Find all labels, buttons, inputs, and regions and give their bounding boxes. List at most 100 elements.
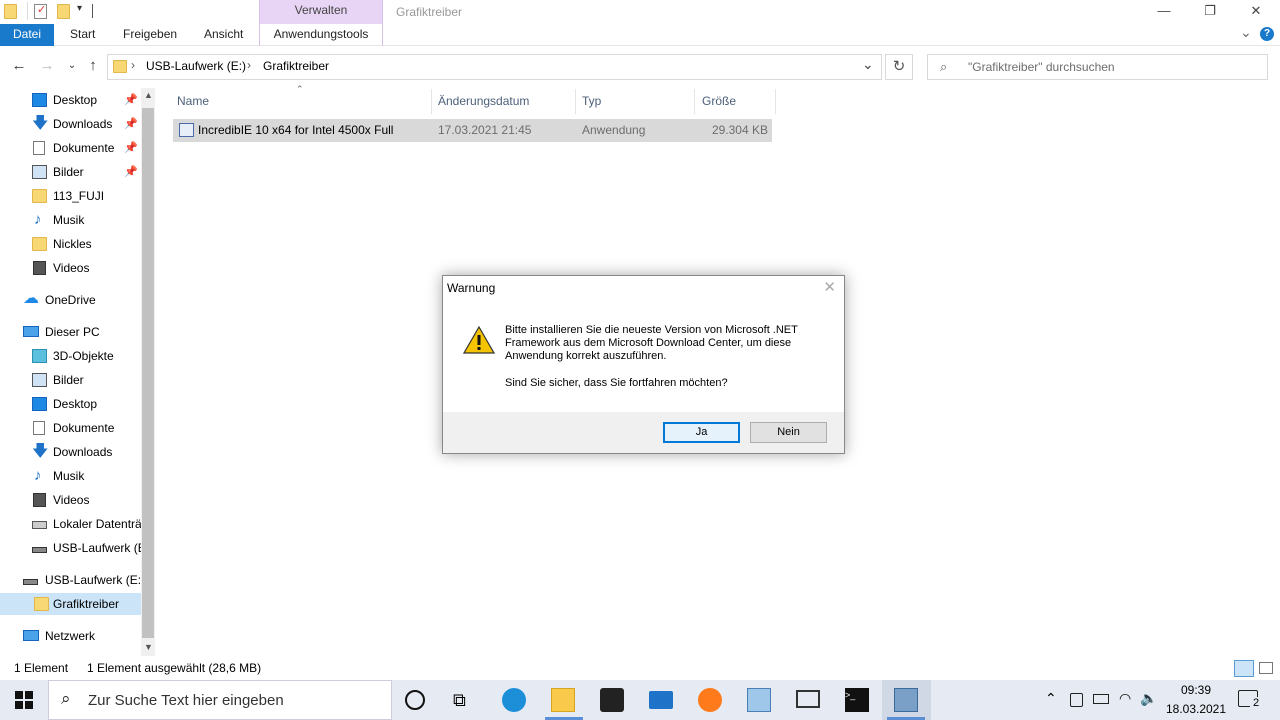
- mail-icon[interactable]: [649, 691, 673, 709]
- file-row[interactable]: IncredibIE 10 x64 for Intel 4500x Full 1…: [173, 119, 772, 142]
- details-view-icon[interactable]: [1234, 660, 1254, 677]
- search-icon: ⌕: [61, 689, 71, 708]
- minimize-button[interactable]: —: [1141, 0, 1187, 24]
- close-button[interactable]: ✕: [1233, 0, 1279, 24]
- refresh-button[interactable]: ↻: [885, 54, 913, 80]
- yes-button[interactable]: Ja: [663, 422, 740, 443]
- wifi-icon[interactable]: ◠: [1119, 690, 1131, 707]
- nav-item-downloads[interactable]: 🡇 Downloads 📌: [32, 113, 142, 135]
- back-arrow-icon[interactable]: ←: [9, 55, 29, 77]
- taskbar-search-input[interactable]: Zur Suche Text hier eingeben: [88, 692, 284, 709]
- nav-item-dieser-pc[interactable]: Dieser PC: [23, 321, 141, 343]
- scroll-up-icon[interactable]: ▲: [144, 90, 153, 100]
- tab-datei[interactable]: Datei: [0, 24, 54, 46]
- app-icon[interactable]: [747, 688, 771, 712]
- tab-freigeben[interactable]: Freigeben: [121, 24, 179, 46]
- task-view-icon[interactable]: ⧉: [453, 688, 477, 712]
- taskbar-search-box[interactable]: ⌕ Zur Suche Text hier eingeben: [48, 680, 392, 720]
- nav-item-dokumente-pc[interactable]: Dokumente: [32, 417, 142, 439]
- column-header-name[interactable]: Name: [171, 89, 432, 114]
- breadcrumb-usb[interactable]: USB-Laufwerk (E:): [146, 59, 246, 73]
- usb-drive-icon: [23, 579, 38, 585]
- nav-item-grafiktreiber[interactable]: Grafiktreiber: [0, 593, 141, 615]
- pictures-icon: [32, 373, 47, 387]
- store-icon[interactable]: [600, 688, 624, 712]
- search-input[interactable]: "Grafiktreiber" durchsuchen: [968, 60, 1115, 74]
- nav-item-usb-pc[interactable]: USB-Laufwerk (E: [32, 537, 142, 559]
- remote-desktop-icon[interactable]: [796, 690, 820, 708]
- firefox-icon[interactable]: [698, 688, 722, 712]
- tab-ansicht[interactable]: Ansicht: [202, 24, 245, 46]
- chevron-down-icon[interactable]: ⌄: [862, 56, 874, 73]
- address-bar[interactable]: › USB-Laufwerk (E:) › Grafiktreiber ⌄: [107, 54, 882, 80]
- device-icon[interactable]: [1070, 693, 1083, 707]
- recent-locations-chevron-icon[interactable]: ⌄: [62, 55, 82, 77]
- cortana-icon[interactable]: [405, 690, 425, 710]
- pin-icon: 📌: [124, 94, 138, 106]
- terminal-icon[interactable]: >_: [845, 688, 869, 712]
- edge-icon[interactable]: [502, 688, 526, 712]
- desktop-icon: [32, 93, 47, 107]
- nav-item-musik-pc[interactable]: ♪ Musik: [32, 465, 142, 487]
- nav-item-desktop-pc[interactable]: Desktop: [32, 393, 142, 415]
- chevron-down-icon[interactable]: ▾: [77, 3, 82, 14]
- properties-icon[interactable]: ✓: [34, 4, 47, 19]
- application-icon: [179, 123, 194, 137]
- clock-time[interactable]: 09:39: [1166, 683, 1226, 697]
- folder-icon: [113, 60, 127, 73]
- dialog-close-icon[interactable]: ✕: [823, 278, 836, 296]
- nav-item-downloads-pc[interactable]: 🡇 Downloads: [32, 441, 142, 463]
- nav-item-3d-objekte[interactable]: 3D-Objekte: [32, 345, 142, 367]
- nav-item-nickles[interactable]: Nickles: [32, 233, 142, 255]
- battery-icon[interactable]: [1093, 694, 1109, 704]
- volume-icon[interactable]: 🔈: [1140, 690, 1157, 707]
- usb-drive-icon: [32, 547, 47, 553]
- large-icons-view-icon[interactable]: [1259, 662, 1273, 674]
- selection-info: 1 Element ausgewählt (28,6 MB): [87, 661, 262, 675]
- column-header-type[interactable]: Typ: [576, 89, 695, 114]
- pin-icon: 📌: [124, 118, 138, 130]
- windows-start-icon[interactable]: [15, 691, 33, 709]
- tab-start[interactable]: Start: [68, 24, 97, 46]
- documents-icon: [33, 141, 45, 155]
- file-type: Anwendung: [582, 123, 646, 137]
- expand-ribbon-icon[interactable]: ⌄: [1240, 24, 1252, 41]
- nav-item-113-fuji[interactable]: 113_FUJI: [32, 185, 142, 207]
- forward-arrow-icon[interactable]: →: [37, 55, 57, 77]
- column-header-date[interactable]: Änderungsdatum: [432, 89, 576, 114]
- file-size: 29.304 KB: [711, 123, 768, 137]
- no-button[interactable]: Nein: [750, 422, 827, 443]
- nav-item-lokaler-datentraeger[interactable]: Lokaler Datenträ: [32, 513, 142, 535]
- column-header-size[interactable]: Größe: [696, 89, 776, 114]
- nav-item-videos[interactable]: Videos: [32, 257, 142, 279]
- tab-anwendungstools[interactable]: Anwendungstools: [259, 24, 383, 46]
- computer-icon: [23, 326, 39, 337]
- installer-icon[interactable]: [894, 688, 918, 712]
- up-arrow-icon[interactable]: ↑: [83, 55, 103, 77]
- search-box[interactable]: ⌕ "Grafiktreiber" durchsuchen: [927, 54, 1268, 80]
- chevron-up-icon[interactable]: ⌃: [1045, 690, 1057, 707]
- nav-scrollbar[interactable]: ▲ ▼: [141, 88, 155, 656]
- nav-item-musik[interactable]: ♪ Musik: [32, 209, 142, 231]
- nav-item-usb-laufwerk[interactable]: USB-Laufwerk (E:): [23, 569, 141, 591]
- desktop-icon: [32, 397, 47, 411]
- nav-item-desktop[interactable]: Desktop 📌: [32, 89, 142, 111]
- help-icon[interactable]: ?: [1260, 27, 1274, 41]
- maximize-button[interactable]: ❐: [1187, 0, 1233, 24]
- nav-item-onedrive[interactable]: ☁ OneDrive: [23, 289, 141, 311]
- nav-item-netzwerk[interactable]: Netzwerk: [23, 625, 141, 647]
- scroll-down-icon[interactable]: ▼: [144, 642, 153, 652]
- download-icon: 🡇: [32, 443, 49, 460]
- folder-icon: [32, 237, 47, 251]
- nav-item-dokumente[interactable]: Dokumente 📌: [32, 137, 142, 159]
- breadcrumb-grafiktreiber[interactable]: Grafiktreiber: [263, 59, 329, 73]
- file-explorer-icon[interactable]: [551, 688, 575, 712]
- nav-item-bilder[interactable]: Bilder 📌: [32, 161, 142, 183]
- clock-date[interactable]: 18.03.2021: [1164, 702, 1228, 716]
- nav-item-videos-pc[interactable]: Videos: [32, 489, 142, 511]
- scrollbar-thumb[interactable]: [142, 108, 154, 638]
- new-folder-icon[interactable]: [57, 4, 70, 19]
- folder-icon: [32, 189, 47, 203]
- item-count: 1 Element: [14, 661, 69, 675]
- nav-item-bilder-pc[interactable]: Bilder: [32, 369, 142, 391]
